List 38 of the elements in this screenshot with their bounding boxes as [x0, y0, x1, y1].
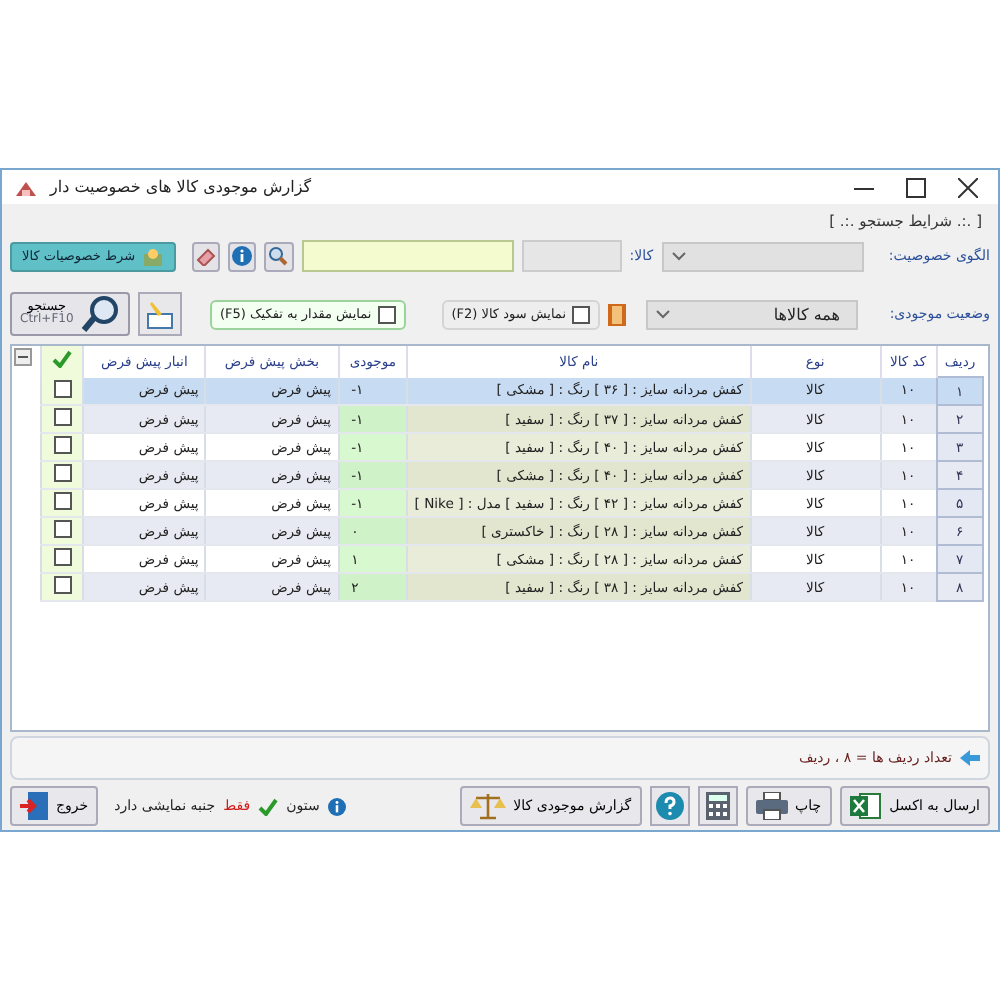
product-name-field[interactable] — [301, 240, 515, 272]
arrow-icon — [960, 750, 980, 766]
row-checkbox[interactable] — [53, 379, 71, 398]
brush-icon — [143, 298, 176, 330]
row-checkbox[interactable] — [53, 520, 71, 538]
row-checkbox[interactable] — [53, 464, 71, 482]
info-icon[interactable] — [227, 241, 257, 271]
row-checkbox[interactable] — [53, 576, 71, 594]
collapse-button[interactable] — [14, 348, 32, 366]
scales-icon — [469, 792, 506, 820]
help-button[interactable] — [649, 786, 690, 826]
close-icon[interactable] — [958, 177, 978, 197]
printer-icon — [755, 792, 788, 820]
row-checkbox[interactable] — [53, 548, 71, 566]
check-icon — [258, 797, 279, 815]
minus-icon — [18, 356, 28, 358]
maximize-icon[interactable] — [906, 177, 926, 197]
caret-icon — [671, 251, 686, 261]
eraser-icon[interactable] — [191, 241, 220, 271]
stock-status-dropdown[interactable]: همه کالاها — [646, 299, 858, 329]
exit-door-icon — [20, 792, 48, 820]
dropdown-value: همه کالاها — [771, 305, 840, 323]
picture-icon — [141, 247, 164, 265]
brush-button[interactable] — [137, 292, 182, 336]
row-checkbox[interactable] — [53, 492, 71, 510]
book-icon — [608, 303, 626, 325]
search-icon — [79, 294, 120, 334]
caret-icon — [656, 309, 670, 319]
check-icon — [52, 350, 72, 369]
app-icon — [14, 177, 38, 197]
search-icon[interactable] — [264, 241, 294, 271]
row-checkbox[interactable] — [53, 436, 71, 454]
product-code-field[interactable] — [522, 240, 622, 272]
row-checkbox[interactable] — [53, 408, 71, 426]
window-title: گزارش موجودی کالا های خصوصیت دار — [50, 178, 312, 196]
spreadsheet-icon — [849, 792, 882, 820]
info-icon — [327, 797, 346, 815]
calculator-button[interactable] — [697, 786, 738, 826]
